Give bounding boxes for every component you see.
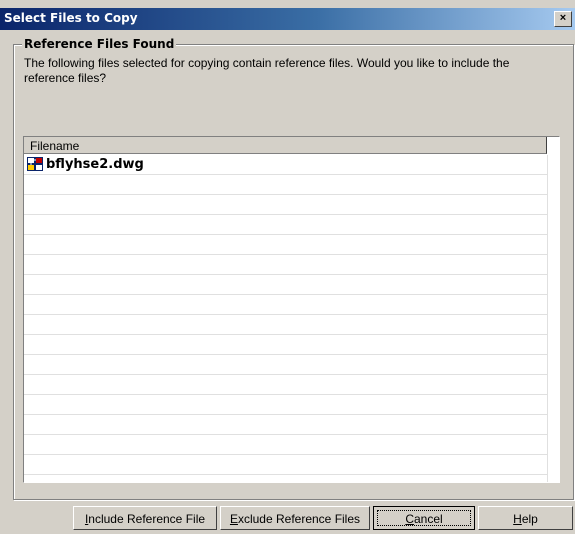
- help-button[interactable]: Help: [478, 506, 573, 530]
- list-row-empty: [24, 355, 548, 375]
- file-rows: bflyhse2.dwg: [24, 155, 548, 475]
- include-reference-file-button[interactable]: Include Reference File: [73, 506, 217, 530]
- exclude-label: xclude Reference Files: [237, 512, 361, 526]
- file-list[interactable]: Filename bflyhse2.dwg: [23, 136, 560, 483]
- list-row-empty: [24, 315, 548, 335]
- list-item[interactable]: bflyhse2.dwg: [24, 155, 548, 175]
- column-divider: [547, 155, 548, 482]
- cancel-button[interactable]: Cancel: [373, 506, 475, 530]
- exclude-mnemonic: E: [229, 512, 238, 526]
- window-title: Select Files to Copy: [4, 11, 138, 25]
- include-label: nclude Reference File: [88, 512, 206, 526]
- list-row-empty: [24, 395, 548, 415]
- list-row-empty: [24, 275, 548, 295]
- help-label: elp: [521, 512, 538, 526]
- list-row-empty: [24, 435, 548, 455]
- close-button[interactable]: ×: [554, 11, 572, 27]
- filename-column-header[interactable]: Filename: [24, 137, 547, 154]
- description-text: The following files selected for copying…: [24, 56, 510, 85]
- focus-rectangle: [377, 510, 471, 526]
- column-header-label: Filename: [30, 139, 80, 153]
- list-row-empty: [24, 255, 548, 275]
- title-bar[interactable]: Select Files to Copy ×: [0, 8, 575, 30]
- list-row-empty: [24, 335, 548, 355]
- file-name: bflyhse2.dwg: [46, 157, 144, 172]
- exclude-reference-files-button[interactable]: Exclude Reference Files: [220, 506, 370, 530]
- list-row-empty: [24, 455, 548, 475]
- help-mnemonic: H: [513, 512, 522, 526]
- group-title: Reference Files Found: [22, 37, 177, 51]
- list-row-empty: [24, 175, 548, 195]
- list-row-empty: [24, 375, 548, 395]
- list-row-empty: [24, 235, 548, 255]
- list-row-empty: [24, 215, 548, 235]
- list-row-empty: [24, 295, 548, 315]
- dwg-file-icon: [27, 157, 43, 171]
- list-row-empty: [24, 415, 548, 435]
- list-row-empty: [24, 195, 548, 215]
